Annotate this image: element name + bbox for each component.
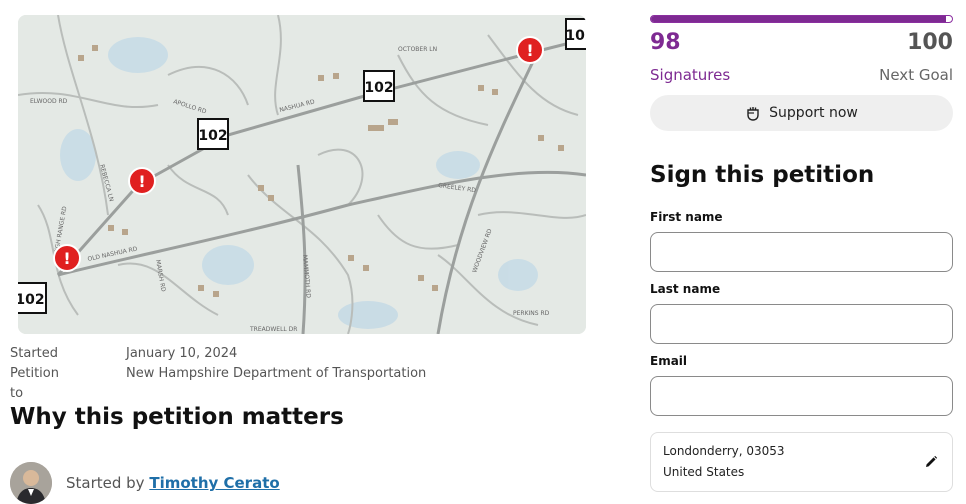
svg-text:GREELEY RD: GREELEY RD <box>438 182 477 194</box>
location-card: Londonderry, 03053 United States <box>650 432 953 492</box>
signature-count: 98 <box>650 30 681 55</box>
svg-text:APOLLO RD: APOLLO RD <box>172 98 207 115</box>
location-country: United States <box>663 465 745 479</box>
svg-text:!: ! <box>63 249 70 268</box>
svg-text:!: ! <box>526 41 533 60</box>
last-name-label: Last name <box>650 282 721 296</box>
alert-marker[interactable]: ! <box>128 167 156 195</box>
avatar[interactable] <box>10 462 52 504</box>
started-by: Started by Timothy Cerato <box>66 474 280 492</box>
sign-petition-heading: Sign this petition <box>650 162 875 188</box>
map-overlay: 102 102 102 102 NASHUA RD APOLLO RD ELWO… <box>18 18 586 333</box>
svg-text:MAMMOTH RD: MAMMOTH RD <box>301 255 312 299</box>
why-heading: Why this petition matters <box>10 404 344 430</box>
petition-map-image: 102 102 102 102 NASHUA RD APOLLO RD ELWO… <box>18 15 586 334</box>
route-shield: 102 <box>363 70 395 102</box>
started-label: Started <box>10 346 59 361</box>
petition-to-value: New Hampshire Department of Transportati… <box>126 366 427 381</box>
svg-text:102: 102 <box>364 80 393 96</box>
alert-marker[interactable]: ! <box>516 36 544 64</box>
edit-location-button[interactable] <box>920 451 942 473</box>
svg-text:MARSH RD: MARSH RD <box>154 259 167 293</box>
svg-text:102: 102 <box>18 292 45 308</box>
signature-progress-bar <box>650 15 953 23</box>
email-field[interactable] <box>650 376 953 416</box>
support-now-label: Support now <box>769 105 858 121</box>
pencil-icon <box>926 455 938 467</box>
svg-text:REBECCA LN: REBECCA LN <box>98 164 115 203</box>
svg-text:OCTOBER LN: OCTOBER LN <box>398 46 437 53</box>
route-shield: 102 <box>18 282 47 314</box>
alert-marker[interactable]: ! <box>53 244 81 272</box>
started-date: January 10, 2024 <box>126 346 238 361</box>
first-name-field[interactable] <box>650 232 953 272</box>
progress-fill <box>651 16 946 22</box>
route-shield: 102 <box>197 118 229 150</box>
avatar-image <box>10 462 52 504</box>
started-by-prefix: Started by <box>66 474 145 492</box>
svg-text:WOODVIEW RD: WOODVIEW RD <box>471 228 494 274</box>
signatures-label: Signatures <box>650 66 731 84</box>
route-shield: 102 <box>565 18 586 50</box>
fist-icon <box>745 105 761 121</box>
email-label: Email <box>650 354 688 368</box>
svg-text:ELWOOD RD: ELWOOD RD <box>30 98 68 105</box>
goal-count: 100 <box>907 30 953 55</box>
svg-text:OLD NASHUA RD: OLD NASHUA RD <box>87 245 138 262</box>
petition-to-label: Petition to <box>10 366 59 401</box>
svg-text:PERKINS RD: PERKINS RD <box>513 310 550 317</box>
svg-text:102: 102 <box>198 128 227 144</box>
svg-text:102: 102 <box>565 28 586 44</box>
road-labels: NASHUA RD APOLLO RD ELWOOD RD OLD NASHUA… <box>30 46 550 333</box>
support-now-button[interactable]: Support now <box>650 95 953 131</box>
first-name-label: First name <box>650 210 723 224</box>
location-city-zip: Londonderry, 03053 <box>663 444 785 458</box>
author-link[interactable]: Timothy Cerato <box>149 474 279 492</box>
next-goal-label: Next Goal <box>879 66 953 84</box>
svg-text:NASHUA RD: NASHUA RD <box>279 98 316 114</box>
svg-text:!: ! <box>138 172 145 191</box>
last-name-field[interactable] <box>650 304 953 344</box>
svg-text:TREADWELL DR: TREADWELL DR <box>249 326 297 333</box>
